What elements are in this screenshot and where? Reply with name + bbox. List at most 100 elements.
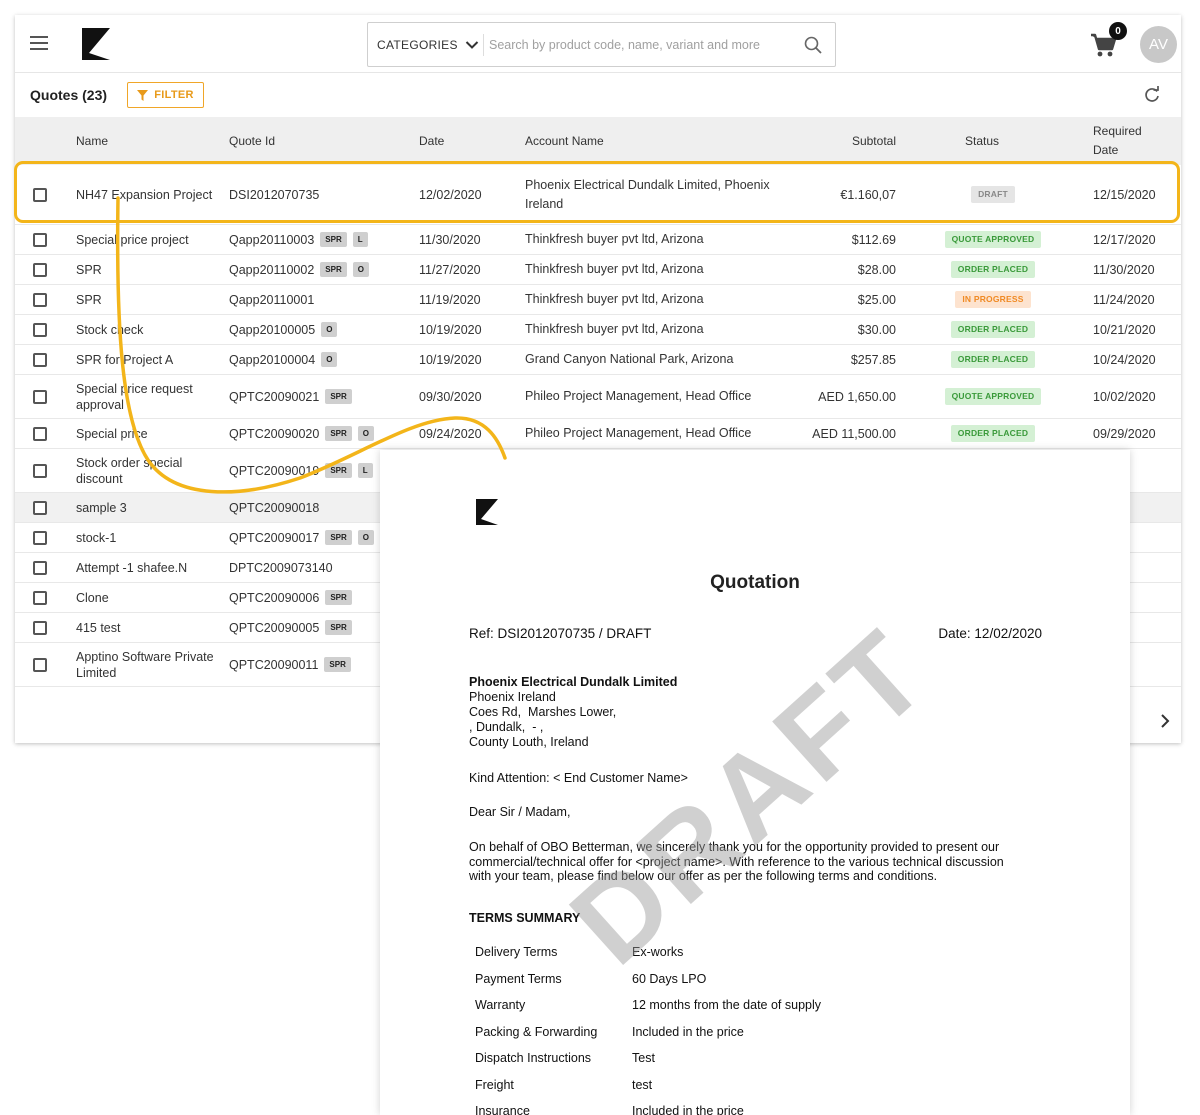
required-date: 11/30/2020 [1093,262,1155,277]
quote-date: 10/19/2020 [419,322,482,337]
quote-id[interactable]: Qapp20100005 [229,323,315,337]
quote-id[interactable]: QPTC20090021 [229,390,319,404]
quote-id[interactable]: Qapp20100004 [229,353,315,367]
quote-id[interactable]: QPTC20090017 [229,531,319,545]
quote-id[interactable]: QPTC20090011 [229,658,318,672]
subtotal: $25.00 [857,292,896,307]
quote-id[interactable]: QPTC20090006 [229,591,319,605]
chevron-right-icon[interactable] [1157,713,1173,729]
quote-id[interactable]: Qapp20110003 [229,233,314,247]
row-checkbox[interactable] [33,464,47,478]
row-checkbox[interactable] [33,353,47,367]
quote-tag: SPR [320,262,347,277]
search-input[interactable] [489,33,789,57]
kind-attention: Kind Attention: < End Customer Name> [469,771,688,785]
quote-name[interactable]: Lenovo notebook [76,687,216,696]
row-checkbox[interactable] [33,293,47,307]
status-badge: ORDER PLACED [950,321,1036,338]
status-cell: ORDER PLACED [933,255,1053,284]
quote-tag: SPR [325,426,352,441]
quote-name[interactable]: Apptino Software Private Limited [76,643,216,686]
account-name: Grand Canyon National Park, Arizona [525,352,734,366]
quote-name[interactable]: Special price project [76,225,216,254]
row-checkbox[interactable] [33,323,47,337]
term-row: Payment Terms 60 Days LPO [475,972,925,999]
user-avatar[interactable]: AV [1140,26,1177,63]
quote-name[interactable]: SPR [76,285,216,314]
table-row[interactable]: SPR Qapp20110002 SPR O 11/27/2020 Thinkfresh … [15,255,1181,285]
quote-name[interactable]: stock-1 [76,523,216,552]
table-row[interactable]: Special price project Qapp20110003 SPR L 11/… [15,225,1181,255]
status-cell: ORDER PLACED [933,315,1053,344]
row-checkbox[interactable] [33,263,47,277]
subtotal: $30.00 [857,322,896,337]
column-header-date[interactable]: Date [419,117,444,165]
quote-id[interactable]: QPTC20090020 [229,427,319,441]
quote-name[interactable]: Stock order special discount [76,449,216,492]
quote-name[interactable]: Attempt -1 shafee.N [76,553,216,582]
document-date: Date: 12/02/2020 [938,626,1042,641]
categories-dropdown[interactable]: CATEGORIES [368,23,480,66]
terms-summary-table: Delivery Terms Ex-works Payment Terms 60 Da… [475,945,925,1115]
quote-id[interactable]: Qapp20110002 [229,263,314,277]
column-header-required-date[interactable]: Required Date [1093,117,1168,165]
table-row[interactable]: Stock check Qapp20100005 O 10/19/2020 Thinkf… [15,315,1181,345]
account-name: Thinkfresh buyer pvt ltd, Arizona [525,322,704,336]
row-checkbox[interactable] [33,621,47,635]
quote-name[interactable]: Stock check [76,315,216,344]
table-row[interactable]: SPR Qapp20110001 11/19/2020 Thinkfresh buye… [15,285,1181,315]
quote-name[interactable]: Special price [76,419,216,448]
subtotal: AED 1,650.00 [818,389,896,404]
subtotal: AED 11,500.00 [812,426,896,441]
term-key: Dispatch Instructions [475,1051,592,1065]
quote-tag: SPR [325,389,352,404]
row-checkbox[interactable] [33,591,47,605]
row-checkbox[interactable] [33,561,47,575]
row-checkbox[interactable] [33,390,47,404]
column-header-name[interactable]: Name [76,117,108,165]
term-row: Dispatch Instructions Test [475,1051,925,1078]
quote-id[interactable]: Qapp20110001 [229,293,314,307]
quote-id[interactable]: QPTC20090005 [229,621,319,635]
search-icon[interactable] [803,35,823,55]
refresh-icon[interactable] [1143,86,1161,104]
quote-name[interactable]: SPR [76,255,216,284]
row-checkbox[interactable] [33,233,47,247]
term-value: test [632,1077,653,1092]
quote-date: 09/24/2020 [419,426,482,441]
status-badge: QUOTE APPROVED [944,231,1042,248]
quote-date: 11/19/2020 [419,292,481,307]
row-checkbox[interactable] [33,501,47,515]
required-date: 10/24/2020 [1093,352,1156,367]
subtotal: $112.69 [851,232,896,247]
column-header-quote-id[interactable]: Quote Id [229,117,275,165]
quote-id[interactable]: QPTC20090010 [229,695,319,696]
row-checkbox[interactable] [33,531,47,545]
table-row[interactable]: Special price QPTC20090020 SPR O 09/24/2020 P… [15,419,1181,449]
quote-id[interactable]: QPTC20090019 [229,464,319,478]
categories-label: CATEGORIES [377,37,458,52]
cart-count-badge: 0 [1109,22,1127,40]
quote-name[interactable]: Clone [76,583,216,612]
quote-id[interactable]: DPTC2009073140 [229,561,333,575]
row-checkbox[interactable] [33,427,47,441]
table-row[interactable]: Special price request approval QPTC200900… [15,375,1181,419]
filter-button[interactable]: FILTER [127,82,204,108]
row-checkbox[interactable] [33,658,47,672]
quote-name[interactable]: SPR for Project A [76,345,216,374]
hamburger-menu-icon[interactable] [30,36,48,52]
draft-watermark: DRAFT [546,603,955,990]
terms-heading: TERMS SUMMARY [469,911,581,925]
required-date: 10/21/2020 [1093,322,1156,337]
column-header-subtotal[interactable]: Subtotal [775,117,896,165]
quote-name[interactable]: 415 test [76,613,216,642]
quote-id[interactable]: QPTC20090018 [229,501,319,515]
quotes-toolbar: Quotes (23) FILTER [15,73,1181,117]
quote-name[interactable]: Special price request approval [76,375,216,418]
quote-name[interactable]: sample 3 [76,493,216,522]
quote-tag: SPR [325,463,352,478]
brand-logo[interactable] [81,27,111,61]
table-row[interactable]: SPR for Project A Qapp20100004 O 10/19/2020… [15,345,1181,375]
column-header-status[interactable]: Status [933,117,1031,165]
column-header-account[interactable]: Account Name [525,117,604,165]
